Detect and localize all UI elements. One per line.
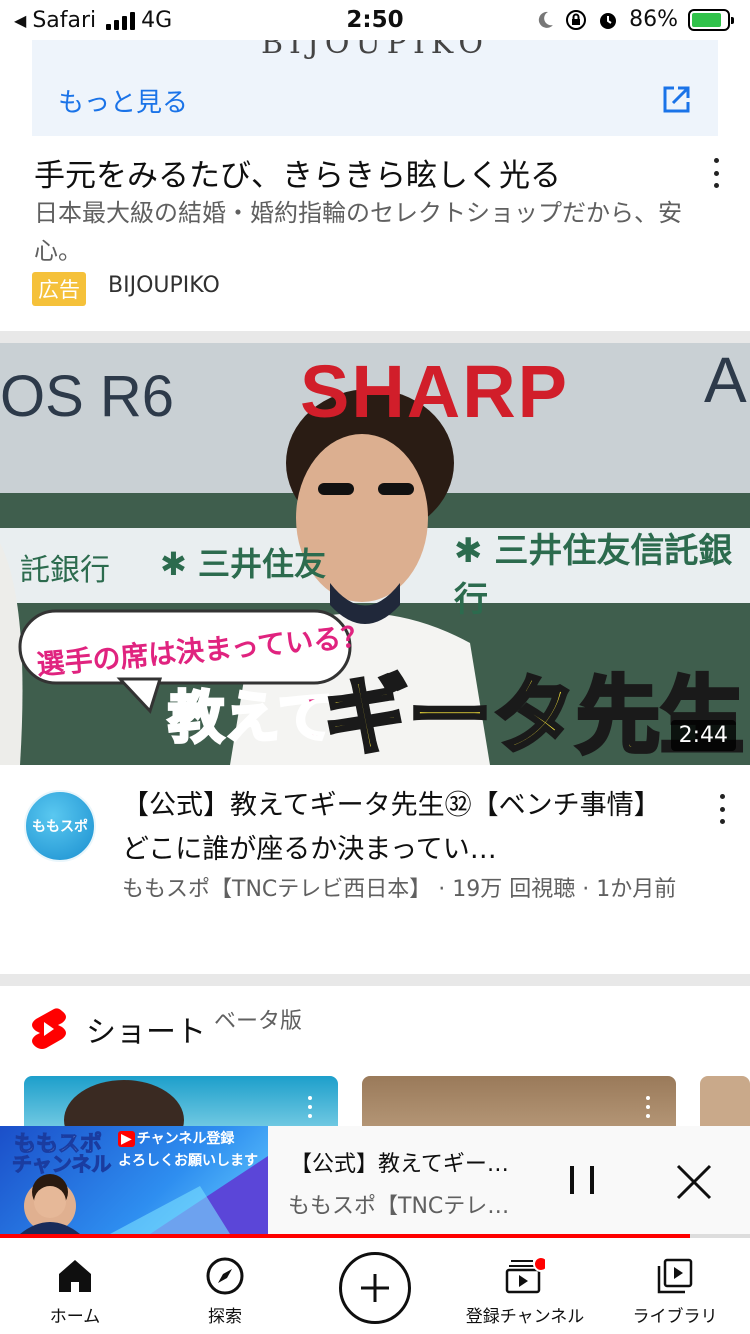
external-link-icon[interactable] <box>660 84 692 116</box>
mini-player-thumbnail[interactable]: ももスポ チャンネル ▶ チャンネル登録 よろしくお願いします <box>0 1126 268 1234</box>
short-more-options-icon[interactable] <box>642 1096 654 1118</box>
nav-subscriptions-label: 登録チャンネル <box>465 1307 585 1327</box>
shorts-header: ショート ベータ版 <box>30 1004 302 1054</box>
divider <box>0 331 750 343</box>
ad-badge: 広告 <box>32 272 86 306</box>
ad-description: 日本最大級の結婚・婚約指輪のセレクトショップだから、安心。 <box>34 199 682 265</box>
ad-more-panel[interactable]: BIJOUPIKO もっと見る <box>32 40 718 136</box>
shorts-title: ショート <box>86 1015 206 1050</box>
video-duration: 2:44 <box>670 720 736 751</box>
compass-icon <box>206 1257 244 1295</box>
thumbnail-sign-right: A <box>704 344 747 416</box>
create-button[interactable] <box>339 1252 411 1324</box>
video-thumbnail[interactable]: SHARP OS R6 A 託銀行 ✱ 三井住友 ✱ 三井住友信託銀行 選手の席… <box>0 343 750 765</box>
short-more-options-icon[interactable] <box>304 1096 316 1118</box>
home-icon <box>59 1260 91 1292</box>
nav-explore-label: 探索 <box>208 1307 242 1327</box>
thumbnail-sign-left: OS R6 <box>0 364 175 429</box>
ad-advertiser: BIJOUPIKO <box>108 273 220 298</box>
divider <box>0 974 750 986</box>
nav-explore[interactable]: 探索 <box>150 1238 300 1334</box>
channel-avatar[interactable]: ももスポ <box>24 790 96 862</box>
ad-more-options-icon[interactable] <box>706 158 726 188</box>
mini-player-channel: ももスポ【TNCテレ… <box>288 1194 510 1219</box>
video-title[interactable]: 【公式】教えてギータ先生㉜【ベンチ事情】どこに誰が座るか決まってい… <box>122 784 682 872</box>
mini-thumb-subscribe: ▶ チャンネル登録 <box>118 1128 234 1148</box>
video-meta: ももスポ【TNCテレビ西日本】 · 19万 回視聴 · 1か月前 <box>122 877 677 902</box>
battery-percent: 86% <box>629 7 678 32</box>
rotation-lock-icon <box>566 9 587 30</box>
library-icon <box>657 1258 693 1294</box>
bottom-nav: ホーム 探索 登録チャンネル ライブラリ <box>0 1238 750 1334</box>
mini-player-title[interactable]: 【公式】教えてギー… <box>290 1146 509 1178</box>
mini-thumb-request: よろしくお願いします <box>118 1153 258 1169</box>
plus-icon <box>361 1274 389 1302</box>
shorts-beta-label: ベータ版 <box>214 1009 303 1034</box>
status-icons: 86% <box>535 7 734 32</box>
ad-title[interactable]: 手元をみるたび、きらきら眩しく光る <box>34 150 561 195</box>
thumbnail-headline-small: 教えて <box>166 685 334 753</box>
nav-library[interactable]: ライブラリ <box>600 1238 750 1334</box>
pause-icon[interactable] <box>570 1166 594 1194</box>
mini-thumb-title2: チャンネル <box>11 1152 112 1177</box>
thumbnail-banner-left: 託銀行 <box>20 553 110 588</box>
status-bar: ◀ Safari 4G 2:50 86% <box>0 0 750 40</box>
nav-library-label: ライブラリ <box>632 1307 718 1327</box>
battery-icon <box>688 8 734 31</box>
nav-home-label: ホーム <box>49 1307 101 1327</box>
thumbnail-banner-right: ✱ 三井住友信託銀行 <box>454 531 733 620</box>
alarm-icon <box>600 12 617 29</box>
nav-subscriptions[interactable]: 登録チャンネル <box>450 1238 600 1334</box>
thumbnail-banner-mid: ✱ 三井住友 <box>160 545 326 583</box>
nav-home[interactable]: ホーム <box>0 1238 150 1334</box>
thumbnail-sign-sharp: SHARP <box>300 350 570 433</box>
ad-brand-logo: BIJOUPIKO <box>260 40 490 61</box>
subscriptions-icon <box>505 1256 545 1294</box>
shorts-logo-icon <box>32 1008 66 1049</box>
ad-more-link[interactable]: もっと見る <box>58 82 188 119</box>
video-more-options-icon[interactable] <box>712 794 732 824</box>
close-icon[interactable] <box>674 1162 714 1202</box>
mini-player[interactable]: ももスポ チャンネル ▶ チャンネル登録 よろしくお願いします 【公式】教えてギー… <box>0 1126 750 1236</box>
moon-icon <box>538 11 554 28</box>
